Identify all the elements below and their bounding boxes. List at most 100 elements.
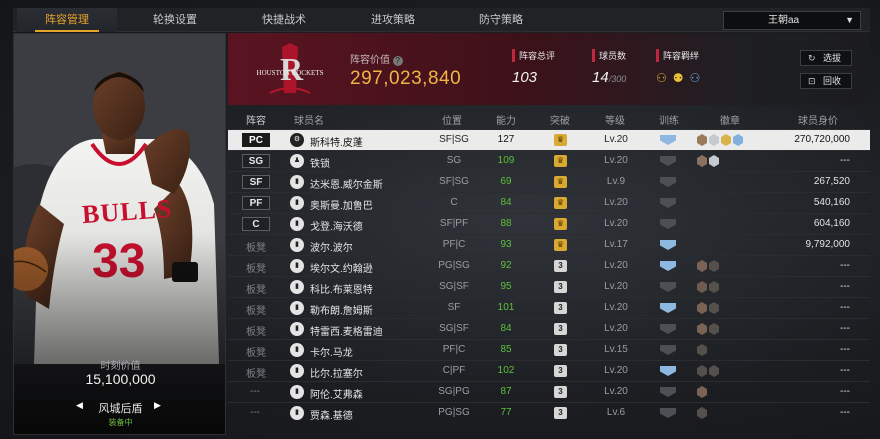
player-card-icon: ▮ bbox=[290, 196, 304, 210]
tab-offense[interactable]: 进攻策略 bbox=[343, 8, 443, 32]
bond-icon-2[interactable]: ⚉ bbox=[673, 71, 684, 85]
select-button[interactable]: ↻ 选拔 bbox=[800, 50, 852, 66]
player-position: SG bbox=[446, 155, 462, 166]
training-icon[interactable] bbox=[660, 366, 676, 376]
tab-quick-tactics[interactable]: 快捷战术 bbox=[234, 8, 334, 32]
player-name: 奥斯曼.加鲁巴 bbox=[310, 201, 373, 212]
table-row[interactable]: 板凳 ▮ 卡尔.马龙 PF|C 85 3 Lv.15 --- bbox=[228, 339, 870, 360]
player-value: --- bbox=[840, 281, 850, 292]
table-row[interactable]: 板凳 ▮ 科比.布莱恩特 SG|SF 95 3 Lv.20 --- bbox=[228, 276, 870, 297]
badge-icon[interactable] bbox=[697, 386, 707, 398]
player-level: Lv.20 bbox=[604, 281, 628, 292]
training-icon[interactable] bbox=[660, 219, 676, 229]
breakthrough-icon[interactable]: 3 bbox=[554, 260, 567, 272]
account-dropdown[interactable]: 王朝aa ▼ bbox=[723, 11, 861, 30]
recycle-button[interactable]: ⊡ 回收 bbox=[800, 73, 852, 89]
table-header: 阵容 球员名 位置 能力 突破 等级 训练 徽章 球员身价 bbox=[246, 116, 838, 127]
player-value: --- bbox=[840, 365, 850, 376]
next-arrow-icon[interactable]: ▶ bbox=[154, 400, 161, 411]
breakthrough-icon[interactable]: ♛ bbox=[554, 197, 567, 209]
badge-icon[interactable] bbox=[733, 134, 743, 146]
breakthrough-icon[interactable]: 3 bbox=[554, 323, 567, 335]
training-icon[interactable] bbox=[660, 135, 676, 145]
breakthrough-icon[interactable]: 3 bbox=[554, 365, 567, 377]
breakthrough-icon[interactable]: 3 bbox=[554, 386, 567, 398]
badge-icon[interactable] bbox=[697, 260, 707, 272]
player-level: Lv.20 bbox=[604, 323, 628, 334]
badge-icon[interactable] bbox=[709, 302, 719, 314]
tab-lineup[interactable]: 阵容管理 bbox=[17, 8, 117, 32]
table-row[interactable]: SF ▮ 达米恩.威尔金斯 SF|SG 69 ♛ Lv.9 267,520 bbox=[228, 171, 870, 192]
player-card-icon: ▮ bbox=[290, 301, 304, 315]
training-icon[interactable] bbox=[660, 282, 676, 292]
badge-icon[interactable] bbox=[709, 365, 719, 377]
breakthrough-icon[interactable]: 3 bbox=[554, 281, 567, 293]
table-body: PC ⚙ 斯科特.皮蓬 SF|SG 127 ♛ Lv.20 270,720,000 SG ♟ 铁锁 S… bbox=[228, 129, 870, 423]
table-row[interactable]: PC ⚙ 斯科特.皮蓬 SF|SG 127 ♛ Lv.20 270,720,000 bbox=[228, 129, 870, 150]
breakthrough-icon[interactable]: ♛ bbox=[554, 176, 567, 188]
player-position: PG|SG bbox=[438, 260, 470, 271]
badge-icon[interactable] bbox=[697, 281, 707, 293]
breakthrough-icon[interactable]: ♛ bbox=[554, 134, 567, 146]
table-row[interactable]: PF ▮ 奥斯曼.加鲁巴 C 84 ♛ Lv.20 540,160 bbox=[228, 192, 870, 213]
slot-bench: 板凳 bbox=[246, 264, 266, 275]
table-row[interactable]: 板凳 ▮ 埃尔文.约翰逊 PG|SG 92 3 Lv.20 --- bbox=[228, 255, 870, 276]
badge-icon[interactable] bbox=[709, 323, 719, 335]
training-icon[interactable] bbox=[660, 261, 676, 271]
breakthrough-icon[interactable]: ♛ bbox=[554, 218, 567, 230]
player-level: Lv.20 bbox=[604, 260, 628, 271]
prev-arrow-icon[interactable]: ◀ bbox=[76, 400, 83, 411]
player-level: Lv.20 bbox=[604, 302, 628, 313]
badge-icon[interactable] bbox=[697, 365, 707, 377]
player-level: Lv.20 bbox=[604, 365, 628, 376]
badge-icon[interactable] bbox=[697, 323, 707, 335]
badge-icon[interactable] bbox=[709, 134, 719, 146]
player-level: Lv.20 bbox=[604, 134, 628, 145]
badge-icon[interactable] bbox=[709, 155, 719, 167]
badge-icon[interactable] bbox=[697, 155, 707, 167]
badge-icon[interactable] bbox=[709, 260, 719, 272]
breakthrough-icon[interactable]: ♛ bbox=[554, 239, 567, 251]
table-row[interactable]: 板凳 ▮ 波尔.波尔 PF|C 93 ♛ Lv.17 9,792,000 bbox=[228, 234, 870, 255]
training-icon[interactable] bbox=[660, 177, 676, 187]
player-rating: 88 bbox=[500, 218, 512, 229]
player-card-icon: ▮ bbox=[290, 322, 304, 336]
badge-icon[interactable] bbox=[697, 302, 707, 314]
badge-group bbox=[697, 134, 743, 146]
training-icon[interactable] bbox=[660, 198, 676, 208]
player-card[interactable]: BULLS 33 时刻价值 15,100,000 ◀ 风城后盾 ▶ 装备中 bbox=[13, 33, 226, 435]
breakthrough-icon[interactable]: 3 bbox=[554, 302, 567, 314]
training-icon[interactable] bbox=[660, 240, 676, 250]
tab-rotation[interactable]: 轮换设置 bbox=[125, 8, 225, 32]
table-row[interactable]: C ▮ 戈登.海沃德 SF|PF 88 ♛ Lv.20 604,160 bbox=[228, 213, 870, 234]
tab-defense[interactable]: 防守策略 bbox=[451, 8, 551, 32]
player-position: SF|SG bbox=[439, 176, 469, 187]
player-position: SG|SF bbox=[439, 323, 469, 334]
table-row[interactable]: --- ▮ 贾森.基德 PG|SG 77 3 Lv.6 --- bbox=[228, 402, 870, 423]
table-row[interactable]: SG ♟ 铁锁 SG 109 ♛ Lv.20 --- bbox=[228, 150, 870, 171]
badge-icon[interactable] bbox=[697, 344, 707, 356]
table-row[interactable]: --- ▮ 阿伦.艾弗森 SG|PG 87 3 Lv.20 --- bbox=[228, 381, 870, 402]
badge-icon[interactable] bbox=[709, 281, 719, 293]
player-name: 波尔.波尔 bbox=[310, 243, 353, 254]
breakthrough-icon[interactable]: 3 bbox=[554, 344, 567, 356]
training-icon[interactable] bbox=[660, 387, 676, 397]
bond-icon-3[interactable]: ⚇ bbox=[690, 71, 701, 85]
breakthrough-icon[interactable]: ♛ bbox=[554, 155, 567, 167]
bond-icon-1[interactable]: ⚇ bbox=[656, 71, 667, 85]
training-icon[interactable] bbox=[660, 345, 676, 355]
badge-icon[interactable] bbox=[697, 134, 707, 146]
table-row[interactable]: 板凳 ▮ 勒布朗.詹姆斯 SF 101 3 Lv.20 --- bbox=[228, 297, 870, 318]
player-position: SF bbox=[447, 302, 461, 313]
training-icon[interactable] bbox=[660, 408, 676, 418]
help-icon[interactable]: ? bbox=[392, 56, 403, 66]
breakthrough-icon[interactable]: 3 bbox=[554, 407, 567, 419]
badge-icon[interactable] bbox=[697, 407, 707, 419]
player-rating: 84 bbox=[500, 197, 512, 208]
table-row[interactable]: 板凳 ▮ 比尔.拉塞尔 C|PF 102 3 Lv.20 --- bbox=[228, 360, 870, 381]
training-icon[interactable] bbox=[660, 156, 676, 166]
training-icon[interactable] bbox=[660, 303, 676, 313]
training-icon[interactable] bbox=[660, 324, 676, 334]
table-row[interactable]: 板凳 ▮ 特雷西.麦格雷迪 SG|SF 84 3 Lv.20 --- bbox=[228, 318, 870, 339]
badge-icon[interactable] bbox=[721, 134, 731, 146]
